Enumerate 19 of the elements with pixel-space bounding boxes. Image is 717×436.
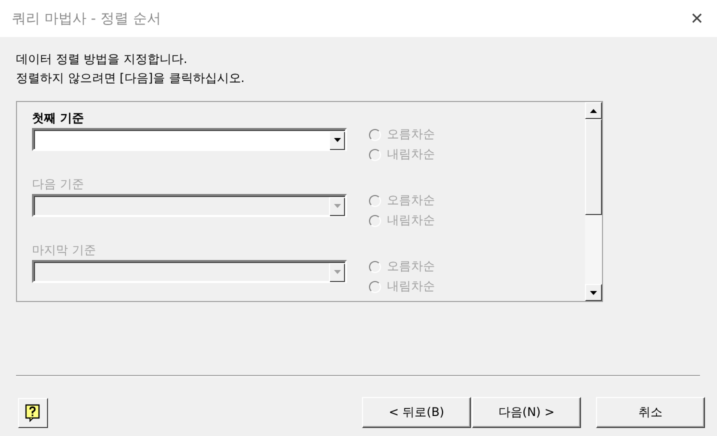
sort-field-dropdown[interactable] xyxy=(32,128,347,151)
up-arrow-icon xyxy=(590,108,597,112)
back-button[interactable]: < 뒤로(B) xyxy=(362,397,471,428)
scrollbar[interactable] xyxy=(585,102,602,301)
instruction-text: 정렬하지 않으려면 [다음]을 클릭하십시오. xyxy=(16,70,246,86)
sort-field-label: 다음 기준 xyxy=(32,176,85,192)
sort-field-label: 마지막 기준 xyxy=(32,242,97,258)
help-button[interactable] xyxy=(18,398,48,428)
window-title: 쿼리 마법사 - 정렬 순서 xyxy=(12,10,161,28)
dropdown-arrow-icon xyxy=(334,204,340,208)
dropdown-arrow-icon xyxy=(334,270,340,274)
close-button[interactable]: ✕ xyxy=(677,0,717,37)
sort-field-label: 첫째 기준 xyxy=(32,110,86,126)
instruction-text: 데이터 정렬 방법을 지정합니다. xyxy=(16,51,188,67)
cancel-button[interactable]: 취소 xyxy=(596,397,705,428)
down-arrow-icon xyxy=(590,290,597,294)
next-button[interactable]: 다음(N) > xyxy=(472,397,581,428)
help-icon xyxy=(24,404,42,422)
dropdown-arrow-icon xyxy=(334,138,340,142)
